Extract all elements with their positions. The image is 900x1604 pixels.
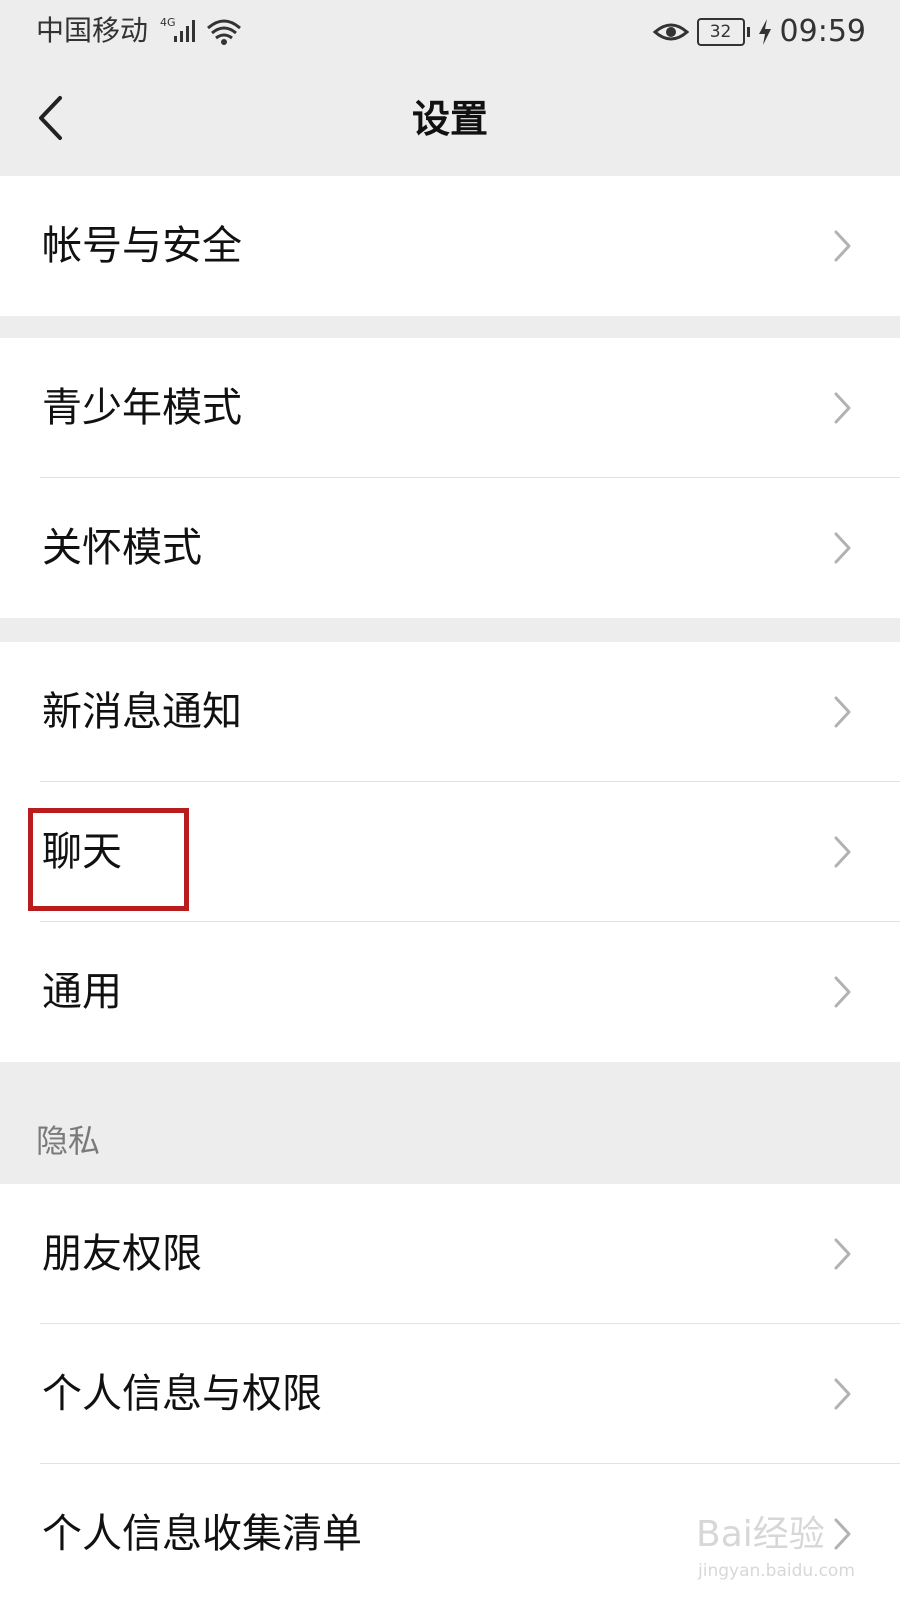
settings-group-privacy: 朋友权限 个人信息与权限 个人信息收集清单 (0, 1184, 900, 1604)
eye-icon (652, 23, 689, 41)
settings-item-friend-permissions[interactable]: 朋友权限 (0, 1184, 900, 1324)
page-title: 设置 (411, 97, 488, 141)
item-label: 关怀模式 (42, 525, 202, 571)
item-label: 青少年模式 (42, 385, 242, 431)
item-label: 朋友权限 (42, 1231, 202, 1277)
status-right: 32 09:59 (652, 12, 866, 52)
chevron-right-icon (834, 976, 851, 1008)
item-label: 新消息通知 (42, 689, 242, 735)
carrier-name: 中国移动 (36, 14, 149, 47)
settings-item-general[interactable]: 通用 (0, 922, 900, 1062)
item-label: 个人信息收集清单 (42, 1511, 362, 1557)
chevron-right-icon (834, 1518, 851, 1550)
chevron-right-icon (834, 1238, 851, 1270)
section-title: 隐私 (36, 1122, 101, 1160)
chevron-right-icon (834, 836, 851, 868)
settings-item-chat[interactable]: 聊天 (0, 782, 900, 922)
settings-item-notifications[interactable]: 新消息通知 (0, 642, 900, 782)
charging-icon (758, 19, 771, 45)
chevron-right-icon (834, 230, 851, 262)
back-button[interactable] (26, 84, 76, 152)
clock: 09:59 (779, 14, 866, 49)
chevron-right-icon (834, 532, 851, 564)
settings-group-account: 帐号与安全 (0, 176, 900, 316)
back-icon (39, 96, 62, 140)
item-label: 个人信息与权限 (42, 1371, 322, 1417)
status-bar: 中国移动 4G 32 09:59 (0, 0, 900, 62)
chevron-right-icon (834, 392, 851, 424)
network-type: 4G (160, 16, 176, 29)
item-label: 聊天 (42, 829, 122, 875)
item-label: 通用 (42, 969, 122, 1015)
chevron-right-icon (834, 1378, 851, 1410)
settings-item-care-mode[interactable]: 关怀模式 (0, 478, 900, 618)
battery-icon: 32 (696, 18, 750, 46)
battery-level: 32 (696, 18, 745, 46)
item-label: 帐号与安全 (42, 223, 242, 269)
nav-bar: 设置 (0, 62, 900, 176)
signal-icon: 4G (160, 16, 241, 45)
chevron-right-icon (834, 696, 851, 728)
wifi-icon (207, 19, 241, 45)
settings-item-personal-info-collection[interactable]: 个人信息收集清单 (0, 1464, 900, 1604)
settings-group-general: 新消息通知 聊天 通用 (0, 642, 900, 1062)
settings-group-modes: 青少年模式 关怀模式 (0, 338, 900, 618)
settings-item-account-security[interactable]: 帐号与安全 (0, 176, 900, 316)
settings-item-youth-mode[interactable]: 青少年模式 (0, 338, 900, 478)
settings-item-personal-info-permissions[interactable]: 个人信息与权限 (0, 1324, 900, 1464)
section-header-privacy: 隐私 (0, 1070, 900, 1184)
